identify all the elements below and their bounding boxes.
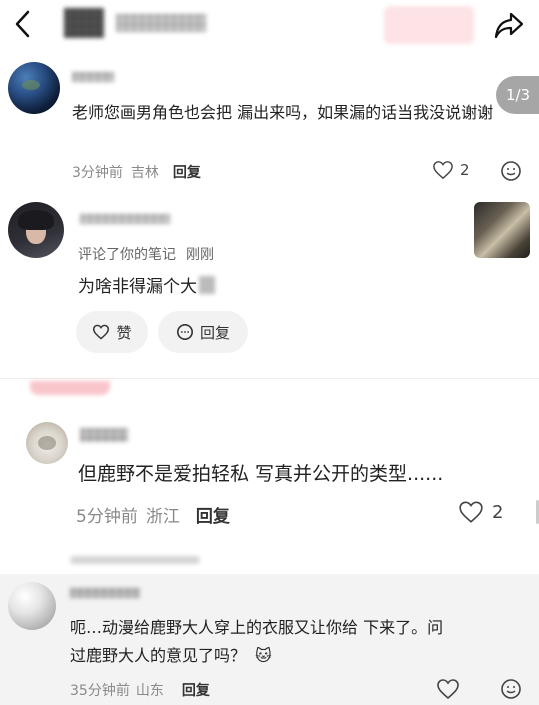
reply-button[interactable]: 回复 [182, 680, 210, 700]
chat-bubble-icon [176, 323, 193, 341]
divider [0, 378, 539, 379]
comment-username [72, 72, 114, 82]
author-avatar [64, 8, 104, 38]
comment-avatar-pearl[interactable] [8, 582, 56, 630]
reply-pill-button[interactable]: 回复 [158, 311, 248, 353]
notification-text: 为啥非得漏个大 [78, 272, 215, 297]
expand-replies-hint[interactable] [70, 556, 200, 564]
cat-emoji: 🐱 [255, 646, 272, 665]
notification-avatar[interactable] [8, 202, 64, 258]
comment-text-line1: 呃…动漫给鹿野大人穿上的衣服又让你给 下来了。问 [70, 618, 444, 637]
share-arrow-icon [494, 12, 524, 39]
like-count: 2 [460, 161, 470, 179]
comment-meta: 3分钟前 吉林 回复 [72, 162, 201, 182]
redacted-mark [199, 275, 215, 294]
comment-time: 5分钟前 [76, 507, 138, 527]
heart-icon [459, 501, 483, 523]
like-button[interactable] [436, 678, 460, 700]
like-count: 2 [492, 501, 504, 523]
notification-subtitle: 评论了你的笔记 刚刚 [78, 244, 214, 264]
smiley-icon [501, 161, 521, 181]
comment-location: 浙江 [145, 507, 180, 527]
comment-avatar-cat[interactable] [26, 422, 68, 464]
note-thumbnail[interactable] [474, 202, 530, 258]
comment-time: 3分钟前 [72, 165, 123, 181]
notification-action: 评论了你的笔记 [78, 247, 176, 263]
reply-pill-label: 回复 [199, 323, 230, 342]
emoji-reaction-button[interactable] [500, 678, 522, 700]
notification-username [80, 214, 170, 224]
chevron-left-icon [15, 10, 30, 38]
heart-icon [93, 324, 110, 340]
like-pill-button[interactable]: 赞 [76, 311, 148, 353]
comment-text: 老师您画男角色也会把 漏出来吗，如果漏的话当我没说谢谢 [72, 103, 494, 122]
author-name [116, 14, 206, 32]
comment-time: 35分钟前 [70, 683, 130, 699]
notification-time: 刚刚 [186, 247, 214, 263]
share-button[interactable] [492, 8, 526, 42]
like-pill-label: 赞 [116, 323, 132, 342]
reply-button[interactable]: 回复 [196, 502, 230, 527]
back-button[interactable] [8, 8, 40, 40]
partially-hidden-tag [30, 381, 110, 395]
follow-button[interactable] [384, 6, 474, 44]
emoji-reaction-button[interactable] [500, 160, 522, 182]
heart-icon [433, 161, 453, 180]
comment-text: 但鹿野不是爱拍轻私 写真并公开的类型...... [78, 463, 444, 485]
comment-username [80, 428, 128, 442]
comment-avatar-earth[interactable] [8, 62, 60, 114]
comment-username [70, 588, 140, 598]
comment-text-line2: 过鹿野大人的意见了吗？ 🐱 [70, 646, 272, 665]
heart-icon [437, 679, 459, 700]
comment-meta: 5分钟前 浙江 回复 [76, 502, 230, 527]
comment-meta: 35分钟前 山东 回复 [70, 680, 210, 700]
reply-button[interactable]: 回复 [173, 162, 201, 182]
smiley-icon [501, 679, 521, 699]
comment-location: 吉林 [130, 165, 159, 181]
comment-location: 山东 [135, 683, 164, 699]
like-button[interactable]: 2 [458, 500, 503, 524]
like-button[interactable]: 2 [432, 160, 470, 180]
